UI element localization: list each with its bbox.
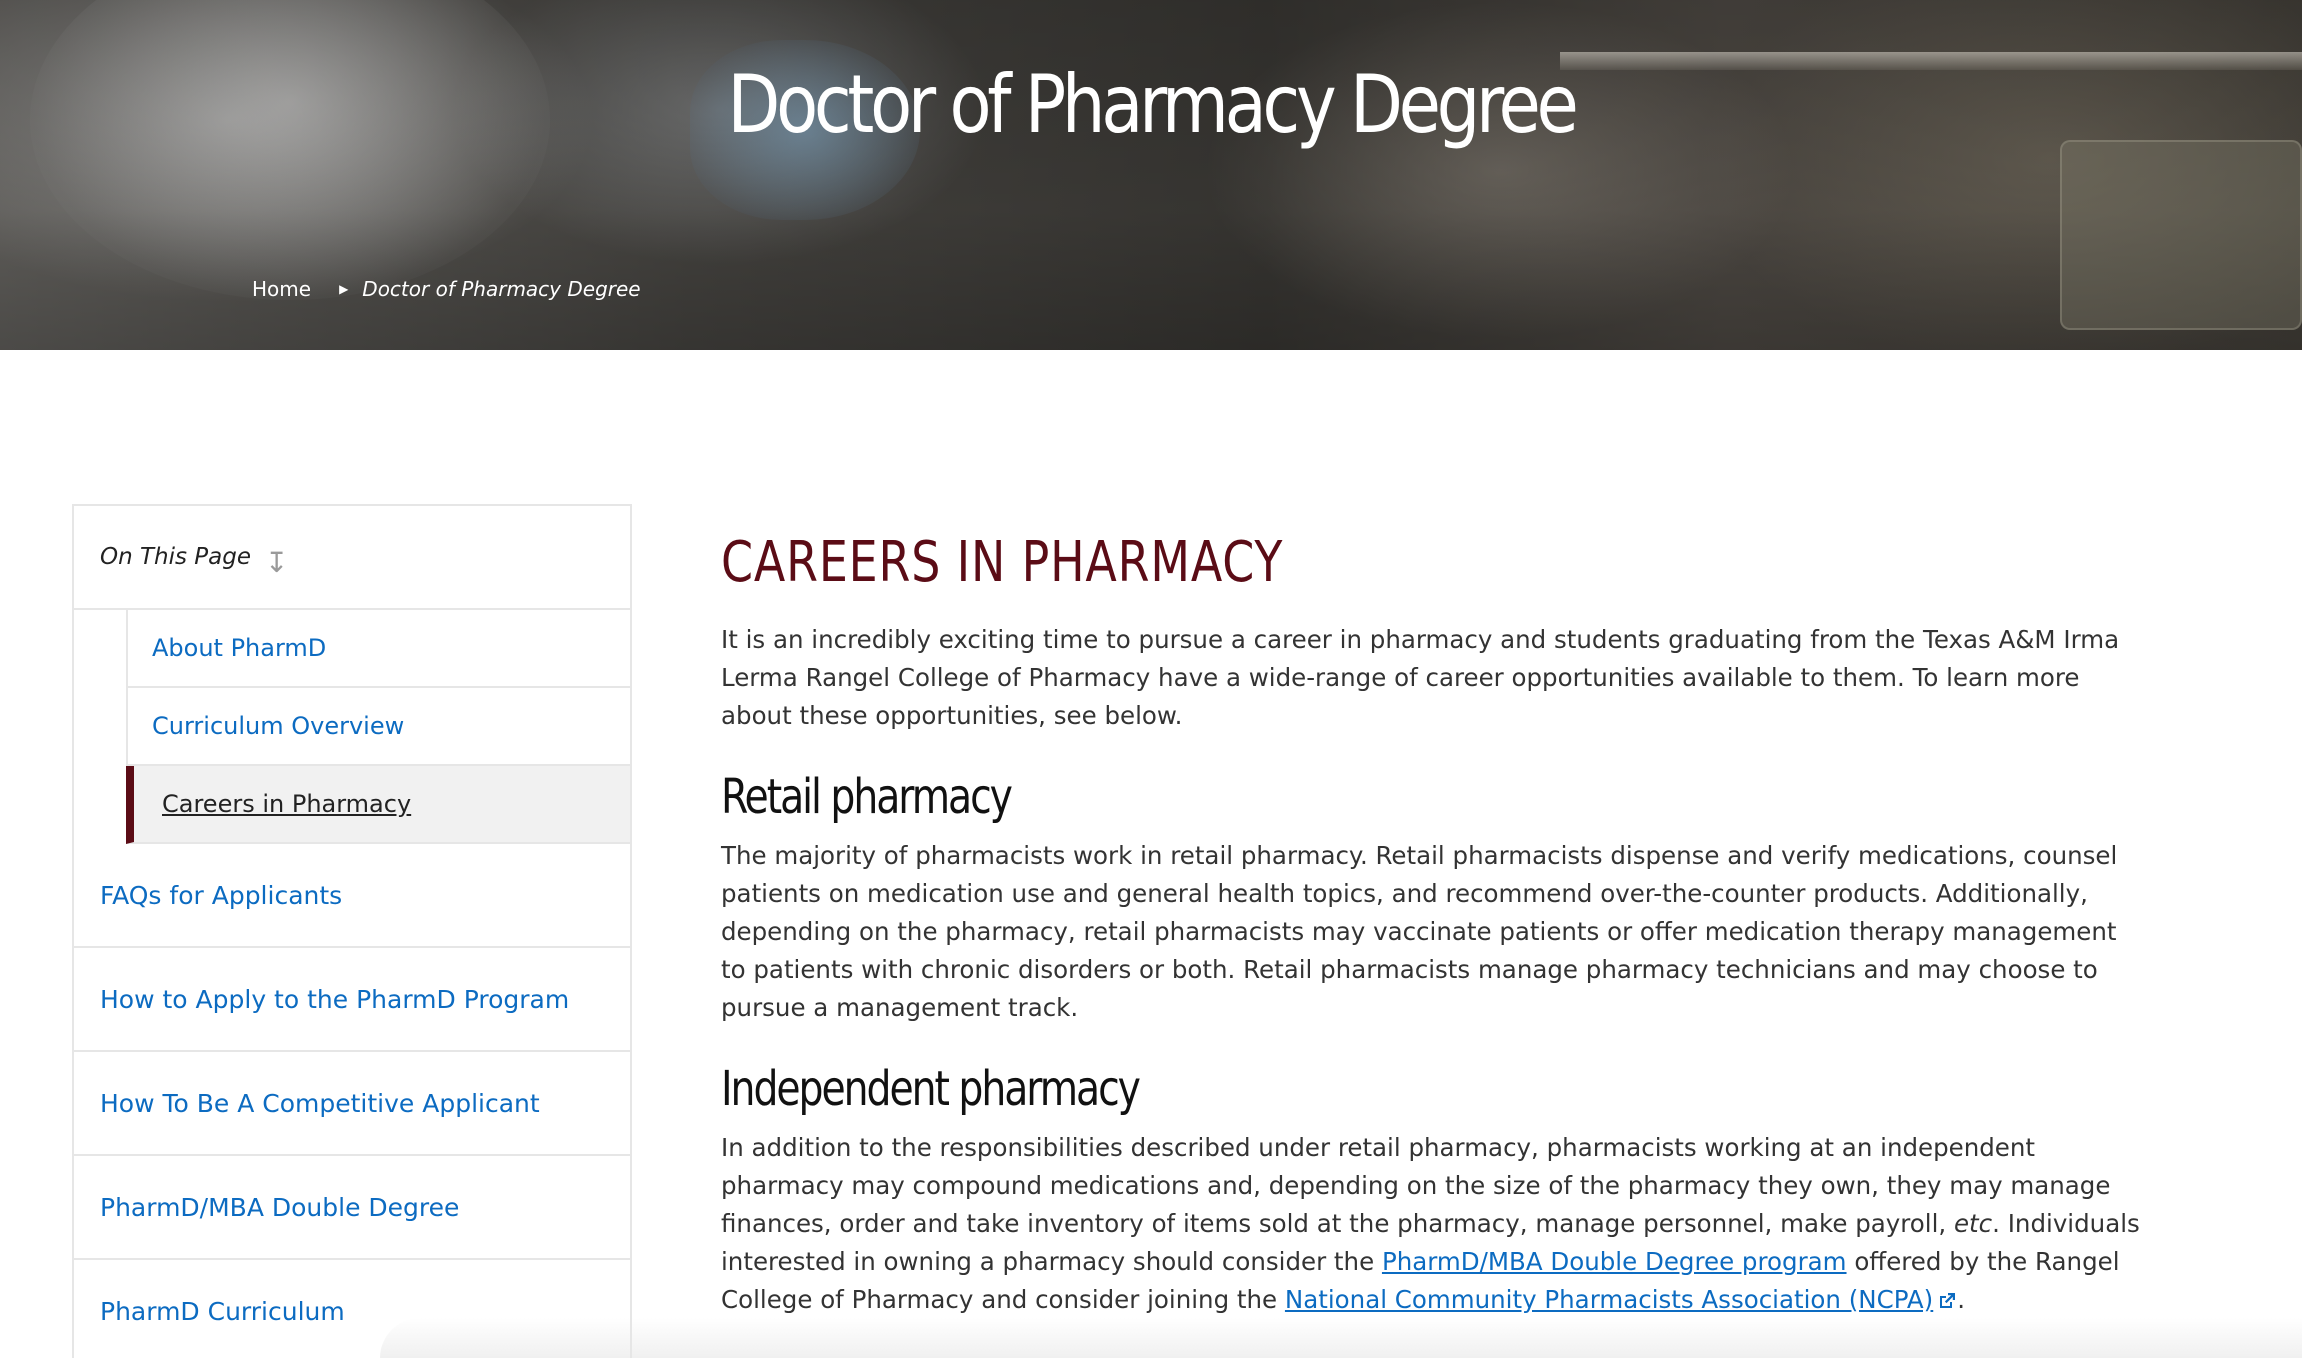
hero-banner: Doctor of Pharmacy Degree Home ▶ Doctor … <box>0 0 2302 350</box>
retail-pharmacy-paragraph: The majority of pharmacists work in reta… <box>721 841 2118 1022</box>
on-this-page-nav: On This Page ↧ About PharmD Curriculum O… <box>72 504 632 1358</box>
paragraph-text: In addition to the responsibilities desc… <box>721 1133 2111 1238</box>
pharmd-mba-program-link[interactable]: PharmD/MBA Double Degree program <box>1382 1247 1847 1276</box>
ncpa-link[interactable]: National Community Pharmacists Associati… <box>1285 1285 1933 1314</box>
sub-nav-list: About PharmD Curriculum Overview Careers… <box>126 610 630 844</box>
arrow-down-icon: ↧ <box>265 545 289 579</box>
sub-nav-item-curriculum-overview[interactable]: Curriculum Overview <box>128 688 630 766</box>
paragraph-text-italic: etc <box>1953 1209 1993 1238</box>
main-content: CAREERS IN PHARMACY It is an incredibly … <box>721 530 2141 1319</box>
paragraph-text: . <box>1957 1285 1966 1314</box>
page-title: Doctor of Pharmacy Degree <box>727 58 1578 151</box>
breadcrumb-current: Doctor of Pharmacy Degree <box>362 277 641 301</box>
nav-item-competitive-applicant[interactable]: How To Be A Competitive Applicant <box>74 1052 630 1156</box>
on-this-page-label: On This Page <box>100 544 252 570</box>
nav-item-faqs-for-applicants[interactable]: FAQs for Applicants <box>74 844 630 948</box>
nav-item-how-to-apply[interactable]: How to Apply to the PharmD Program <box>74 948 630 1052</box>
breadcrumb: Home ▶ Doctor of Pharmacy Degree <box>252 277 641 301</box>
subheading-retail-pharmacy: Retail pharmacy <box>721 769 1013 825</box>
nav-item-pharmd-mba[interactable]: PharmD/MBA Double Degree <box>74 1156 630 1260</box>
on-this-page-toggle[interactable]: On This Page ↧ <box>74 506 630 610</box>
caret-right-icon: ▶ <box>339 282 349 296</box>
independent-pharmacy-paragraph: In addition to the responsibilities desc… <box>721 1129 2141 1319</box>
breadcrumb-home-link[interactable]: Home <box>252 277 311 301</box>
external-link-icon[interactable] <box>1937 1291 1957 1311</box>
section-heading-careers: CAREERS IN PHARMACY <box>721 530 1284 595</box>
sub-nav-item-careers-in-pharmacy[interactable]: Careers in Pharmacy <box>126 766 630 844</box>
hero-image-detail <box>2060 140 2302 330</box>
sub-nav-item-about-pharmd[interactable]: About PharmD <box>128 610 630 688</box>
bottom-fade-overlay <box>380 1318 2302 1358</box>
intro-paragraph: It is an incredibly exciting time to pur… <box>721 625 2120 730</box>
subheading-independent-pharmacy: Independent pharmacy <box>721 1061 1141 1117</box>
